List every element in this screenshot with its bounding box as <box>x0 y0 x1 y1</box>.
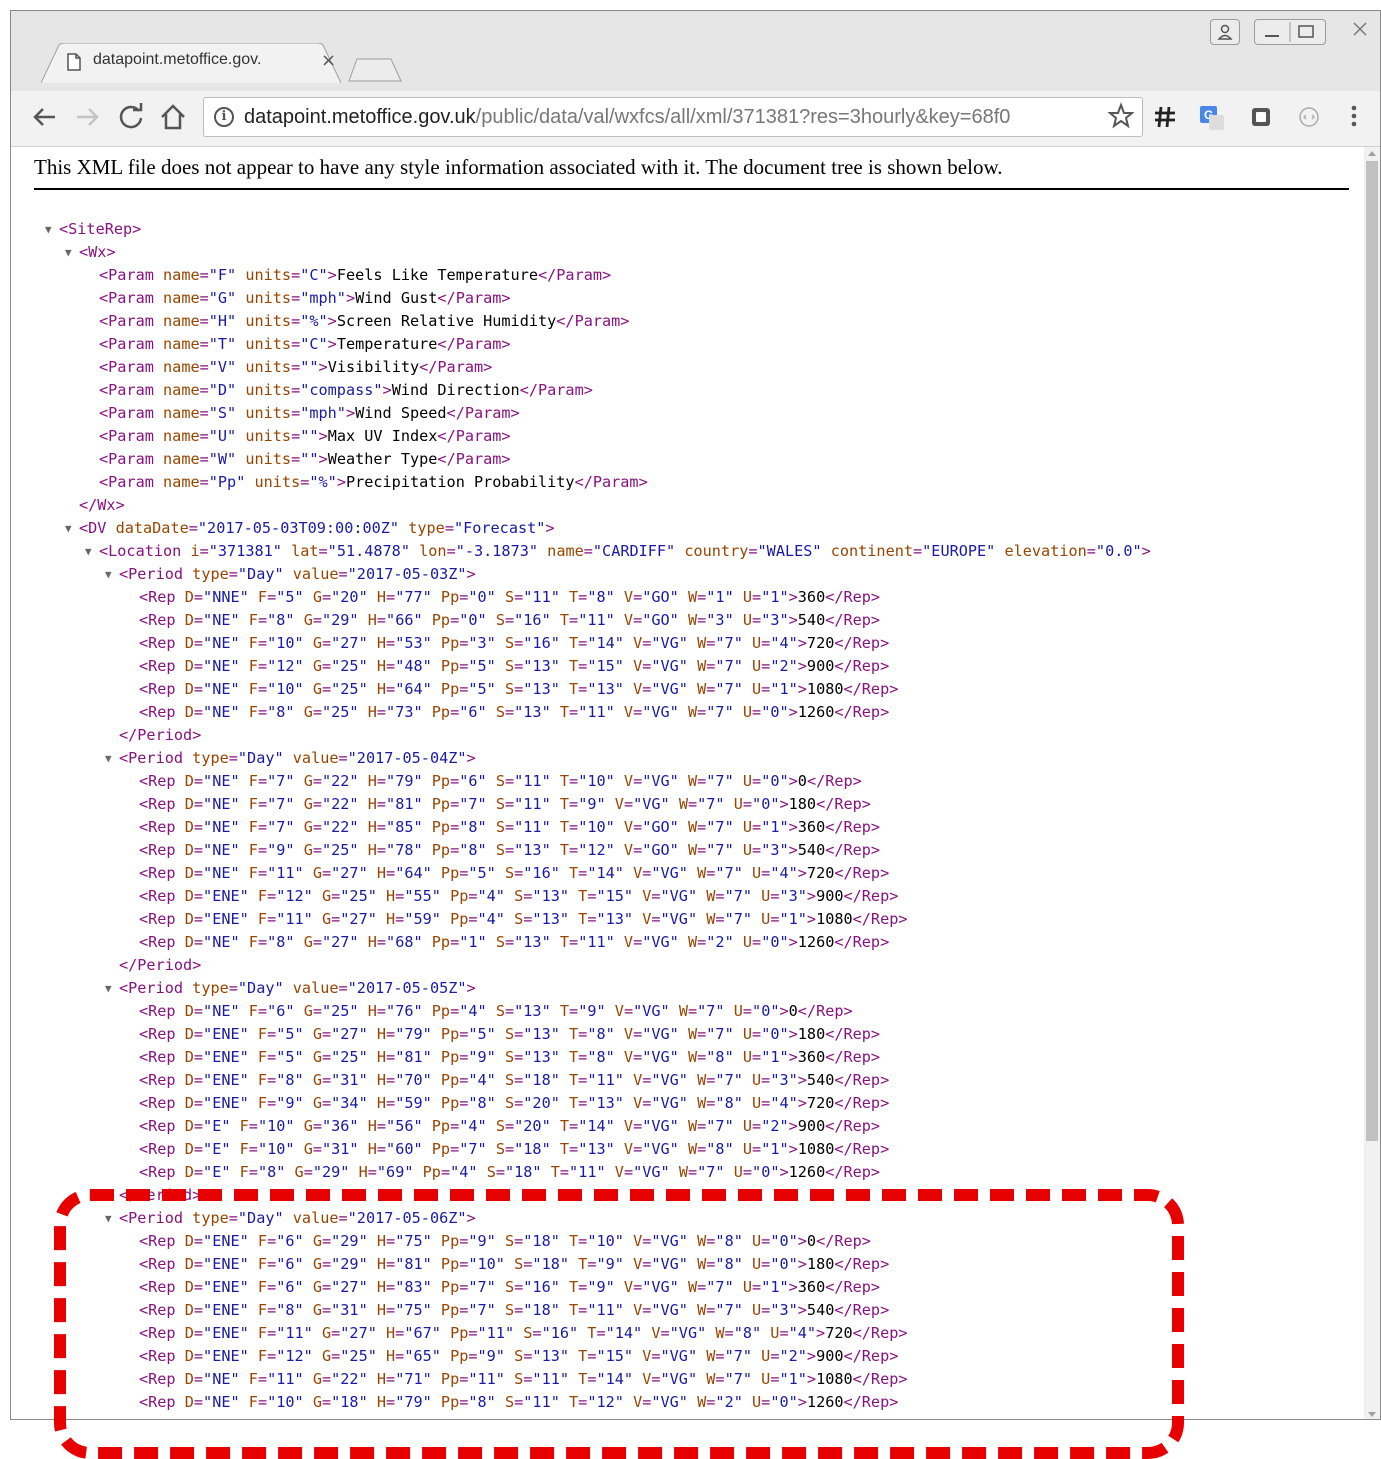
collapse-triangle-icon[interactable]: ▼ <box>105 1207 112 1230</box>
menu-icon[interactable] <box>1349 103 1359 131</box>
new-tab-button[interactable] <box>347 57 403 83</box>
xml-rep-line: <Rep D="E" F="10" G="31" H="60" Pp="7" S… <box>139 1140 890 1158</box>
collapse-triangle-icon[interactable]: ▼ <box>105 563 112 586</box>
browser-tab[interactable]: datapoint.metoffice.gov. × <box>41 43 341 83</box>
vertical-scrollbar[interactable] <box>1364 147 1380 1419</box>
xml-rep-line: <Rep D="NE" F="8" G="25" H="73" Pp="6" S… <box>139 703 890 721</box>
home-icon[interactable] <box>157 101 189 133</box>
scroll-up-icon[interactable] <box>1368 151 1376 156</box>
xml-param-line: <Param name="S" units="mph">Wind Speed</… <box>99 404 520 422</box>
scroll-thumb[interactable] <box>1366 161 1378 1141</box>
close-window-icon[interactable] <box>1350 19 1370 39</box>
xml-rep-line: <Rep D="NE" F="10" G="25" H="64" Pp="5" … <box>139 680 899 698</box>
url-path: /public/data/val/wxfcs/all/xml/371381?re… <box>475 106 1011 128</box>
xml-rep-line: <Rep D="ENE" F="12" G="25" H="65" Pp="9"… <box>139 1347 899 1365</box>
collapse-triangle-icon[interactable]: ▼ <box>45 218 52 241</box>
back-icon[interactable] <box>29 101 61 133</box>
xml-rep-line: <Rep D="NE" F="11" G="27" H="64" Pp="5" … <box>139 864 890 882</box>
xml-tree: ▼ <SiteRep> ▼ <Wx> <Param name="F" units="C"… <box>11 218 1366 1414</box>
xml-rep-line: <Rep D="NE" F="7" G="22" H="79" Pp="6" S… <box>139 772 862 790</box>
collapse-triangle-icon[interactable]: ▼ <box>65 517 72 540</box>
window-controls <box>1254 19 1326 45</box>
xml-rep-line: <Rep D="ENE" F="11" G="27" H="59" Pp="4"… <box>139 910 908 928</box>
xml-rep-line: <Rep D="NE" F="9" G="25" H="78" Pp="8" S… <box>139 841 881 859</box>
xml-param-line: <Param name="H" units="%">Screen Relativ… <box>99 312 630 330</box>
page-content: This XML file does not appear to have an… <box>11 147 1366 1419</box>
xml-rep-line: <Rep D="ENE" F="5" G="25" H="81" Pp="9" … <box>139 1048 881 1066</box>
xml-period-open[interactable]: ▼ <Period type="Day" value="2017-05-06Z"> <box>11 1207 1366 1230</box>
bookmark-star-icon[interactable] <box>1108 102 1134 130</box>
collapse-triangle-icon[interactable]: ▼ <box>65 241 72 264</box>
xml-wx-open[interactable]: ▼ <Wx> <box>11 241 1366 264</box>
tab-title: datapoint.metoffice.gov. <box>93 51 262 68</box>
xml-notice: This XML file does not appear to have an… <box>34 155 1003 179</box>
url-domain: datapoint.metoffice.gov.uk <box>244 106 476 128</box>
collapse-triangle-icon[interactable]: ▼ <box>105 977 112 1000</box>
xml-period-close: </Period> <box>119 956 202 974</box>
xml-rep-line: <Rep D="NNE" F="5" G="20" H="77" Pp="0" … <box>139 588 881 606</box>
xml-location-open[interactable]: ▼ <Location i="371381" lat="51.4878" lon=… <box>11 540 1366 563</box>
profile-icon <box>1217 24 1233 40</box>
xml-rep-line: <Rep D="NE" F="10" G="18" H="79" Pp="8" … <box>139 1393 899 1411</box>
xml-rep-line: <Rep D="NE" F="6" G="25" H="76" Pp="4" S… <box>139 1002 853 1020</box>
xml-dv-open[interactable]: ▼ <DV dataDate="2017-05-03T09:00:00Z" typ… <box>11 517 1366 540</box>
xml-rep-line: <Rep D="E" F="10" G="36" H="56" Pp="4" S… <box>139 1117 881 1135</box>
xml-rep-line: <Rep D="ENE" F="5" G="27" H="79" Pp="5" … <box>139 1025 881 1043</box>
xml-rep-line: <Rep D="NE" F="7" G="22" H="81" Pp="7" S… <box>139 795 871 813</box>
xml-period-close: </Period> <box>119 726 202 744</box>
xml-param-line: <Param name="W" units="">Weather Type</P… <box>99 450 511 468</box>
collapse-triangle-icon[interactable]: ▼ <box>85 540 92 563</box>
xml-rep-line: <Rep D="ENE" F="12" G="25" H="55" Pp="4"… <box>139 887 899 905</box>
xml-param-line: <Param name="U" units="">Max UV Index</P… <box>99 427 511 445</box>
xml-rep-line: <Rep D="NE" F="11" G="22" H="71" Pp="11"… <box>139 1370 908 1388</box>
hash-icon[interactable] <box>1153 105 1177 129</box>
xml-rep-line: <Rep D="ENE" F="6" G="29" H="75" Pp="9" … <box>139 1232 871 1250</box>
square-icon[interactable] <box>1249 105 1273 129</box>
xml-rep-line: <Rep D="E" F="8" G="29" H="69" Pp="4" S=… <box>139 1163 881 1181</box>
xml-rep-line: <Rep D="ENE" F="8" G="31" H="75" Pp="7" … <box>139 1301 890 1319</box>
xml-period-open[interactable]: ▼ <Period type="Day" value="2017-05-03Z"> <box>11 563 1366 586</box>
xml-param-line: <Param name="D" units="compass">Wind Dir… <box>99 381 593 399</box>
url-text[interactable]: datapoint.metoffice.gov.uk/public/data/v… <box>244 106 1099 129</box>
xml-param-line: <Param name="F" units="C">Feels Like Tem… <box>99 266 612 284</box>
profile-button[interactable] <box>1210 19 1240 45</box>
xml-rep-line: <Rep D="NE" F="12" G="25" H="48" Pp="5" … <box>139 657 890 675</box>
xml-period-close: </Period> <box>119 1186 202 1204</box>
circle-icon[interactable] <box>1297 105 1321 129</box>
address-bar[interactable]: i datapoint.metoffice.gov.uk/public/data… <box>203 97 1143 137</box>
xml-param-line: <Param name="Pp" units="%">Precipitation… <box>99 473 648 491</box>
scroll-down-icon[interactable] <box>1368 1412 1376 1417</box>
tab-close-icon[interactable]: × <box>321 50 336 71</box>
xml-rep-line: <Rep D="ENE" F="8" G="31" H="70" Pp="4" … <box>139 1071 890 1089</box>
xml-rep-line: <Rep D="NE" F="7" G="22" H="85" Pp="8" S… <box>139 818 881 836</box>
translate-icon[interactable]: G <box>1199 105 1225 131</box>
info-icon[interactable]: i <box>214 107 234 127</box>
xml-param-line: <Param name="T" units="C">Temperature</P… <box>99 335 511 353</box>
xml-rep-line: <Rep D="NE" F="8" G="27" H="68" Pp="1" S… <box>139 933 890 951</box>
xml-siterep-open[interactable]: ▼ <SiteRep> <box>11 218 1366 241</box>
browser-window: datapoint.metoffice.gov. × i datapoint.m… <box>10 10 1381 1420</box>
xml-rep-line: <Rep D="NE" F="8" G="29" H="66" Pp="0" S… <box>139 611 881 629</box>
xml-period-open[interactable]: ▼ <Period type="Day" value="2017-05-05Z"> <box>11 977 1366 1000</box>
forward-icon[interactable] <box>71 101 103 133</box>
xml-wx-close: </Wx> <box>79 496 125 514</box>
browser-toolbar: i datapoint.metoffice.gov.uk/public/data… <box>11 91 1380 147</box>
xml-period-open[interactable]: ▼ <Period type="Day" value="2017-05-04Z"> <box>11 747 1366 770</box>
reload-icon[interactable] <box>115 101 147 133</box>
xml-param-line: <Param name="V" units="">Visibility</Par… <box>99 358 493 376</box>
xml-rep-line: <Rep D="NE" F="10" G="27" H="53" Pp="3" … <box>139 634 890 652</box>
xml-rep-line: <Rep D="ENE" F="11" G="27" H="67" Pp="11… <box>139 1324 908 1342</box>
xml-param-line: <Param name="G" units="mph">Wind Gust</P… <box>99 289 511 307</box>
xml-rep-line: <Rep D="ENE" F="6" G="29" H="81" Pp="10"… <box>139 1255 890 1273</box>
minimize-maximize-icons[interactable] <box>1255 20 1325 44</box>
xml-rep-line: <Rep D="ENE" F="9" G="34" H="59" Pp="8" … <box>139 1094 890 1112</box>
collapse-triangle-icon[interactable]: ▼ <box>105 747 112 770</box>
divider <box>34 188 1349 190</box>
xml-rep-line: <Rep D="ENE" F="6" G="27" H="83" Pp="7" … <box>139 1278 881 1296</box>
page-icon <box>67 53 81 71</box>
